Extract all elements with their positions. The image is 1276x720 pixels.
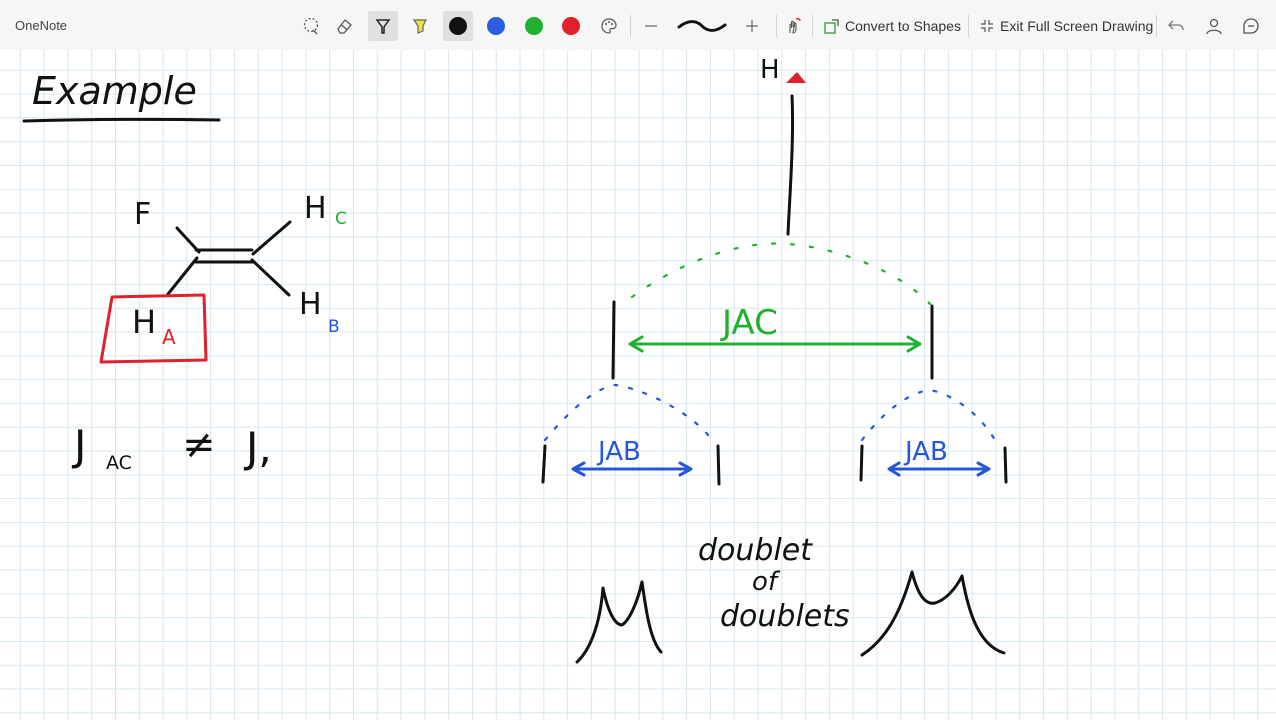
dd-label-line1: doublet: [698, 533, 813, 568]
bond-ha: [166, 256, 199, 296]
lasso-select-button[interactable]: [296, 11, 326, 41]
dd-label-line2: of: [752, 567, 781, 597]
feedback-icon: [1243, 18, 1259, 34]
doublet-of-doublets-peaks: doublet of doublets: [575, 533, 1006, 664]
color-black-button[interactable]: [443, 11, 473, 41]
jab-left-label: JAB: [596, 437, 641, 467]
stroke-preview-icon: [677, 20, 727, 32]
jab-right-label: JAB: [903, 437, 948, 467]
vinyl-fluoride-structure: F H C H B H A: [99, 191, 347, 364]
more-colors-button[interactable]: [594, 11, 624, 41]
toolbar-separator: [1156, 15, 1157, 37]
bond-hb: [250, 258, 291, 297]
subscript-c: C: [335, 209, 347, 229]
ink-replay-button[interactable]: [778, 11, 808, 41]
highlighter-button[interactable]: [405, 11, 435, 41]
undo-icon: [1168, 20, 1184, 31]
right-peak-pair: [860, 570, 1006, 657]
subscript-b: B: [328, 317, 340, 337]
pen-button[interactable]: [368, 11, 398, 41]
exit-full-screen-drawing-label: Exit Full Screen Drawing: [1000, 18, 1154, 34]
undo-button[interactable]: [1161, 11, 1191, 41]
tree-level3-line-1: [541, 444, 547, 484]
left-peak-pair: [575, 580, 663, 664]
shapes-icon: [824, 18, 839, 34]
plus-icon: [746, 20, 758, 32]
tree-top-h: H: [760, 55, 780, 85]
tree-level3-line-2: [716, 444, 721, 486]
jac-label: JAC: [720, 303, 778, 343]
pen-icon: [375, 19, 391, 34]
bond-f: [175, 226, 201, 254]
jab-left-split-dashes: [543, 383, 714, 442]
app-title: OneNote: [15, 18, 68, 33]
convert-to-shapes-button[interactable]: Convert to Shapes: [823, 11, 961, 41]
color-blue-button[interactable]: [481, 11, 511, 41]
atom-hb-label: H: [299, 287, 322, 322]
tree-level3-line-4: [1003, 446, 1008, 484]
toolbar-separator: [630, 15, 631, 37]
example-text: Example: [32, 69, 197, 113]
palette-icon: [601, 18, 617, 34]
drawing-toolbar: OneNote Convert to Shapes Exit Full Scre…: [0, 0, 1276, 50]
coupling-inequality: J AC ≠ J,: [71, 421, 272, 474]
splitting-tree: H JAC JAB JAB: [541, 55, 1008, 486]
increase-thickness-button[interactable]: [737, 11, 767, 41]
j-ac-letter: J: [71, 421, 86, 470]
subscript-a: A: [162, 325, 176, 349]
color-red-button[interactable]: [556, 11, 586, 41]
eraser-icon: [337, 19, 352, 34]
not-equal-sign: ≠: [182, 422, 216, 468]
lasso-icon: [303, 17, 319, 35]
example-heading: Example: [22, 69, 221, 123]
red-swatch-icon: [562, 17, 580, 35]
atom-ha-label: H: [132, 303, 156, 341]
j-ac-subscript: AC: [106, 452, 132, 474]
tree-level3-line-3: [859, 444, 864, 482]
blue-swatch-icon: [487, 17, 505, 35]
tree-single-line: [786, 94, 795, 236]
toolbar-separator: [812, 15, 813, 37]
j-right: J,: [243, 423, 272, 472]
collapse-icon: [981, 20, 993, 32]
jab-right-split-dashes: [860, 388, 997, 442]
atom-hc-label: H: [304, 191, 327, 226]
black-swatch-icon: [449, 17, 467, 35]
tree-level2-left: [611, 300, 616, 380]
stroke-thickness-preview[interactable]: [674, 11, 730, 41]
color-green-button[interactable]: [519, 11, 549, 41]
ink-layer: Example F H C H B H A J AC ≠ J, H JAC JA…: [22, 55, 1008, 664]
example-underline: [22, 117, 221, 123]
dd-label-line3: doublets: [720, 599, 850, 634]
tree-top-subscript-a: [786, 72, 806, 83]
decrease-thickness-button[interactable]: [636, 11, 666, 41]
convert-to-shapes-label: Convert to Shapes: [845, 18, 961, 34]
account-button[interactable]: [1199, 11, 1229, 41]
exit-full-screen-drawing-button[interactable]: Exit Full Screen Drawing: [979, 11, 1153, 41]
toolbar-separator: [968, 15, 969, 37]
hand-replay-icon: [789, 17, 801, 34]
toolbar-separator: [776, 15, 777, 37]
eraser-button[interactable]: [329, 11, 359, 41]
minus-icon: [645, 25, 657, 27]
highlighter-icon: [412, 19, 427, 34]
jac-split-dashes: [630, 242, 932, 306]
atom-f-label: F: [134, 197, 151, 232]
person-icon: [1206, 18, 1222, 35]
bond-hc: [251, 220, 292, 256]
green-swatch-icon: [525, 17, 543, 35]
feedback-button[interactable]: [1236, 11, 1266, 41]
drawing-canvas[interactable]: Example F H C H B H A J AC ≠ J, H JAC JA…: [0, 50, 1276, 720]
